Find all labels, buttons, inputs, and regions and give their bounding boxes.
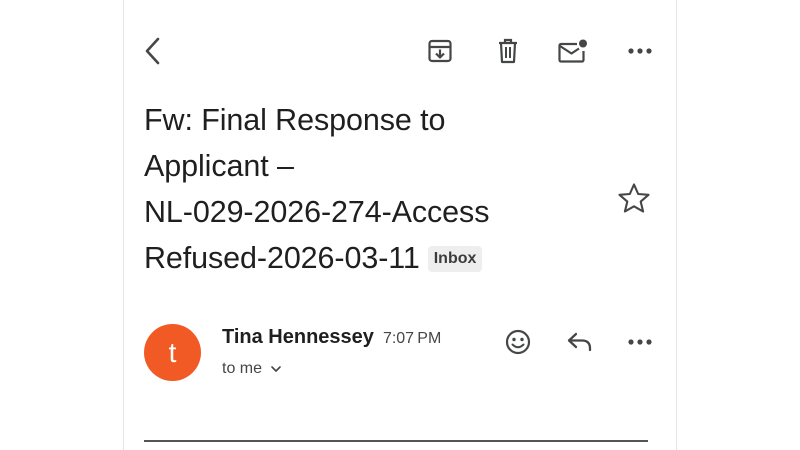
reply-button[interactable] — [560, 322, 600, 362]
chevron-down-icon — [271, 366, 281, 372]
sender-header: Tina Hennessey 7:07 PM — [222, 326, 441, 349]
recipient-details-toggle[interactable]: to me — [222, 360, 282, 378]
star-icon — [618, 183, 650, 213]
emoji-reaction-button[interactable] — [498, 322, 538, 362]
archive-button[interactable] — [420, 31, 460, 71]
recipient-label: to me — [222, 360, 263, 377]
archive-icon — [428, 39, 452, 63]
email-subject: Fw: Final Response to Applicant – NL-029… — [144, 97, 584, 281]
right-gutter-divider — [676, 0, 677, 450]
more-options-button[interactable] — [620, 31, 660, 71]
delete-button[interactable] — [488, 31, 528, 71]
subject-line-last: Refused-2026-03-11 Inbox — [144, 235, 584, 281]
email-detail-view: Fw: Final Response to Applicant – NL-029… — [0, 0, 800, 450]
sender-avatar[interactable]: t — [144, 324, 201, 381]
sent-time: 7:07 PM — [382, 330, 442, 347]
message-body-divider — [144, 440, 648, 442]
message-more-options-button[interactable] — [620, 322, 660, 362]
star-button[interactable] — [614, 178, 654, 218]
inbox-label-badge[interactable]: Inbox — [427, 246, 483, 272]
more-horiz-icon — [628, 48, 652, 54]
emoji-reaction-icon — [505, 329, 531, 355]
subject-line: NL-029-2026-274-Access — [144, 195, 490, 229]
reply-icon — [567, 332, 592, 352]
subject-line: Fw: Final Response to — [144, 103, 446, 137]
back-arrow-icon — [145, 37, 160, 65]
left-gutter-divider — [123, 0, 124, 450]
sender-name[interactable]: Tina Hennessey — [222, 326, 374, 348]
subject-line: Refused-2026-03-11 — [144, 241, 420, 275]
subject-line: Applicant – — [144, 149, 294, 183]
mark-unread-button[interactable] — [553, 31, 593, 71]
trash-icon — [499, 38, 517, 64]
back-button[interactable] — [133, 31, 173, 71]
more-horiz-icon — [628, 339, 652, 345]
mark-unread-icon — [558, 39, 587, 63]
